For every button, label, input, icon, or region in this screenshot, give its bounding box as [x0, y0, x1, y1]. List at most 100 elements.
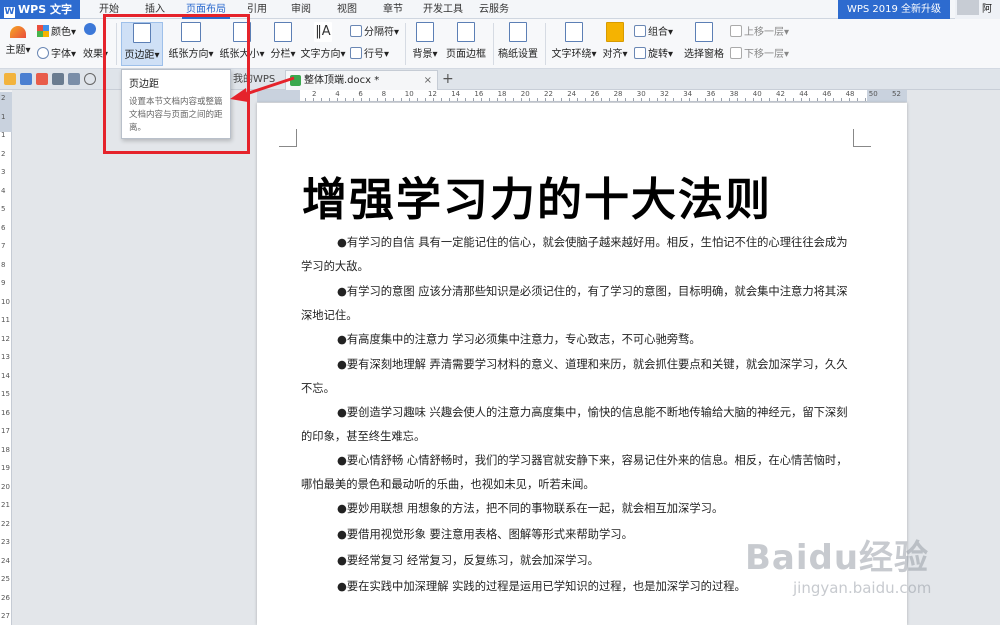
ruler-tick-label: 52: [892, 90, 901, 98]
tab-cloud[interactable]: 云服务: [474, 0, 514, 19]
send-backward-icon: [730, 47, 742, 59]
document-title: 增强学习力的十大法则: [302, 173, 773, 226]
paragraph: ●有学习的自信 具有一定能记住的信心，就会使脑子越来越好用。相反，生怕记不住的心…: [301, 236, 848, 273]
open-icon[interactable]: [4, 73, 16, 85]
ruler-tick-label: 50: [868, 90, 878, 98]
columns-icon: [274, 22, 292, 42]
ruler-tick-label: 3: [1, 168, 6, 176]
horizontal-ruler[interactable]: 2 4 6 8 10 12 14 16 18 20 22 24 26 28 30 32 34 36 38 40 42 44…: [257, 90, 907, 102]
background-button[interactable]: 背景▾: [410, 22, 440, 66]
wrap-text-button[interactable]: 文字环绕▾: [550, 22, 598, 66]
ruler-tick-label: 15: [1, 390, 10, 398]
ruler-tick-label: 4: [335, 90, 340, 98]
page-border-button[interactable]: 页面边框: [444, 22, 488, 66]
fonts-icon: [37, 47, 49, 59]
effects-label: 效果: [83, 49, 103, 60]
bring-forward-button[interactable]: 上移一层▾: [730, 23, 789, 38]
breaks-button[interactable]: 分隔符▾: [350, 23, 399, 38]
theme-button[interactable]: 主题▾: [3, 22, 33, 66]
ruler-tick-label: 42: [776, 90, 785, 98]
tab-view[interactable]: 视图: [330, 0, 364, 19]
ruler-tick-label: 4: [1, 186, 6, 195]
print-icon[interactable]: [52, 73, 64, 85]
background-icon: [416, 22, 434, 42]
user-account[interactable]: 阿姨: [955, 0, 1000, 34]
send-backward-label: 下移一层: [744, 49, 784, 60]
colors-button[interactable]: 颜色▾: [37, 23, 76, 38]
group-label: 组合: [648, 27, 668, 38]
save-icon[interactable]: [20, 73, 32, 85]
fonts-button[interactable]: 字体▾: [37, 45, 76, 60]
ruler-tick-label: 11: [1, 316, 10, 324]
theme-label: 主题: [5, 45, 26, 56]
text-direction-label: 文字方向: [300, 49, 341, 60]
colors-icon: [37, 25, 49, 37]
page-border-label: 页面边框: [446, 49, 486, 60]
rotate-icon: [634, 47, 646, 59]
annotation-highlight-box: [103, 14, 250, 154]
selection-pane-button[interactable]: 选择窗格: [680, 22, 728, 66]
ruler-left-margin: [257, 90, 300, 102]
tab-section[interactable]: 章节: [376, 0, 410, 19]
export-pdf-icon[interactable]: [36, 73, 48, 85]
new-tab-button[interactable]: +: [442, 71, 454, 87]
align-button[interactable]: 对齐▾: [600, 22, 630, 66]
ruler-tick-label: 6: [358, 90, 363, 98]
crop-mark: [853, 129, 871, 147]
ruler-tick-label: 10: [404, 90, 414, 98]
send-backward-button[interactable]: 下移一层▾: [730, 45, 789, 60]
group-button[interactable]: 组合▾: [634, 23, 673, 38]
columns-button[interactable]: 分栏▾: [268, 22, 298, 66]
bring-forward-label: 上移一层: [744, 27, 784, 38]
app-menu-button[interactable]: W WPS 文字: [0, 0, 80, 19]
paragraph: ●有学习的意图 应该分清那些知识是必须记住的，有了学习的意图，目标明确，就会集中…: [301, 285, 848, 322]
fonts-label: 字体: [51, 49, 71, 60]
upgrade-button[interactable]: WPS 2019 全新升级: [838, 0, 950, 19]
tab-review[interactable]: 审阅: [284, 0, 318, 19]
text-direction-button[interactable]: ‖A 文字方向▾: [300, 22, 346, 66]
ruler-tick-label: 2: [1, 94, 6, 102]
wrap-text-label: 文字环绕: [551, 49, 592, 60]
preview-icon[interactable]: [68, 73, 80, 85]
ruler-tick-label: 28: [613, 90, 623, 98]
ruler-tick-label: 23: [1, 538, 10, 546]
effects-icon: [84, 23, 96, 35]
ruler-tick-label: 13: [1, 353, 10, 361]
ruler-tick-label: 32: [660, 90, 669, 98]
effects-icon-button[interactable]: [84, 23, 98, 36]
wrap-text-icon: [565, 22, 583, 42]
ruler-tick-label: 12: [428, 90, 437, 98]
bring-forward-icon: [730, 25, 742, 37]
ribbon-divider: [545, 23, 546, 65]
paper-setup-button[interactable]: 稿纸设置: [497, 22, 539, 66]
ruler-tick-label: 17: [1, 427, 10, 435]
ribbon-divider: [405, 23, 406, 65]
ruler-tick-label: 14: [451, 90, 461, 98]
close-tab-icon[interactable]: ×: [424, 71, 432, 90]
breaks-icon: [350, 25, 362, 37]
ruler-tick-label: 34: [683, 90, 693, 98]
ruler-tick-label: 6: [1, 223, 6, 232]
ruler-tick-label: 44: [799, 90, 809, 98]
tab-document[interactable]: 整体顶端.docx * ×: [285, 70, 438, 90]
ruler-tick-label: 22: [544, 90, 553, 98]
line-numbers-button[interactable]: 行号▾: [350, 45, 389, 60]
ruler-tick-label: 26: [1, 593, 10, 602]
ruler-tick-label: 10: [1, 297, 10, 306]
columns-label: 分栏: [270, 49, 291, 60]
ruler-tick-label: 18: [497, 90, 507, 98]
undo-icon[interactable]: [84, 73, 96, 85]
align-icon: [606, 22, 624, 42]
ruler-tick-label: 5: [1, 205, 6, 213]
line-numbers-icon: [350, 47, 362, 59]
watermark-brand: Baidu经验: [745, 538, 930, 578]
baidu-watermark: Baidu经验 jingyan.baidu.com: [745, 530, 995, 610]
ribbon-divider: [493, 23, 494, 65]
ruler-tick-label: 2: [312, 90, 317, 98]
document-icon: [290, 75, 301, 86]
app-name: WPS 文字: [18, 3, 72, 16]
tab-developer[interactable]: 开发工具: [420, 0, 466, 19]
paragraph: ●有高度集中的注意力 学习必须集中注意力，专心致志，不可心驰旁骛。: [337, 333, 701, 346]
rotate-button[interactable]: 旋转▾: [634, 45, 673, 60]
vertical-ruler[interactable]: 2 1 1 2 3 4 5 6 7 8 9 10 11 12 13 14 15 16 17 18 19 20 21 22 23 2…: [0, 92, 12, 625]
